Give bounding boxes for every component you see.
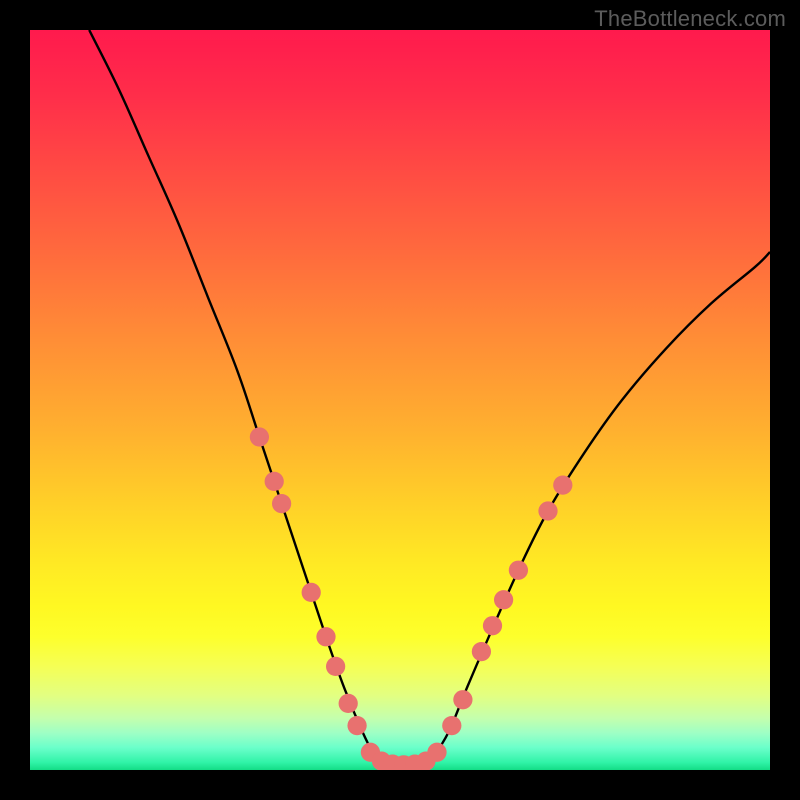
v-curve-path (89, 30, 770, 768)
plot-area (30, 30, 770, 770)
bottleneck-curve (30, 30, 770, 770)
curve-marker (339, 694, 358, 713)
curve-marker (509, 561, 528, 580)
curve-marker (494, 590, 513, 609)
curve-marker (442, 716, 461, 735)
curve-marker (472, 642, 491, 661)
curve-marker (483, 616, 502, 635)
watermark-text: TheBottleneck.com (594, 6, 786, 32)
curve-marker (453, 690, 472, 709)
curve-marker (553, 475, 572, 494)
chart-frame: TheBottleneck.com (0, 0, 800, 800)
curve-marker (250, 427, 269, 446)
curve-marker (347, 716, 366, 735)
curve-marker (272, 494, 291, 513)
curve-marker (326, 657, 345, 676)
curve-marker (427, 743, 446, 762)
curve-marker (302, 583, 321, 602)
curve-marker (265, 472, 284, 491)
curve-marker (538, 501, 557, 520)
curve-marker (316, 627, 335, 646)
